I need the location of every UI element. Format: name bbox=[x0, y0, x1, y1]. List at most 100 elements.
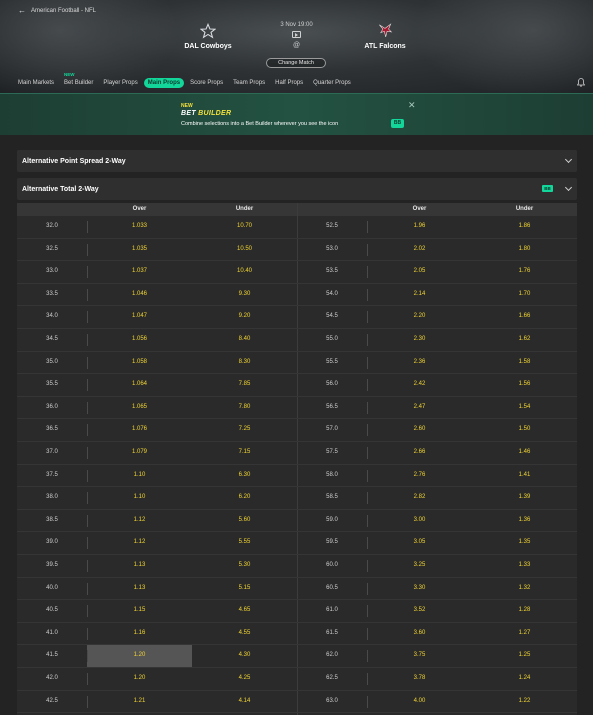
under-odds-left[interactable]: 9.20 bbox=[192, 306, 297, 328]
over-odds-right[interactable]: 2.30 bbox=[367, 329, 472, 351]
back-arrow-icon[interactable]: ← bbox=[18, 6, 26, 15]
over-odds-left[interactable]: 1.037 bbox=[87, 261, 192, 283]
tab-main-markets[interactable]: Main Markets bbox=[14, 78, 58, 88]
over-odds-right[interactable]: 2.60 bbox=[367, 419, 472, 441]
over-odds-right[interactable]: 4.00 bbox=[367, 691, 472, 713]
over-odds-left[interactable]: 1.20 bbox=[87, 645, 192, 667]
under-odds-left[interactable]: 4.65 bbox=[192, 600, 297, 622]
over-odds-left[interactable]: 1.033 bbox=[87, 216, 192, 238]
under-odds-right[interactable]: 1.70 bbox=[472, 284, 577, 306]
under-odds-right[interactable]: 1.36 bbox=[472, 510, 577, 532]
under-odds-right[interactable]: 1.62 bbox=[472, 329, 577, 351]
over-odds-right[interactable]: 2.14 bbox=[367, 284, 472, 306]
market-header-total[interactable]: Alternative Total 2-Way BB bbox=[17, 178, 577, 200]
over-odds-left[interactable]: 1.10 bbox=[87, 487, 192, 509]
over-odds-right[interactable]: 2.47 bbox=[367, 397, 472, 419]
under-odds-left[interactable]: 7.85 bbox=[192, 374, 297, 396]
under-odds-left[interactable]: 4.30 bbox=[192, 645, 297, 667]
over-odds-left[interactable]: 1.20 bbox=[87, 668, 192, 690]
under-odds-right[interactable]: 1.27 bbox=[472, 623, 577, 645]
breadcrumb[interactable]: ← American Football - NFL bbox=[18, 6, 96, 15]
over-odds-right[interactable]: 2.36 bbox=[367, 352, 472, 374]
tab-half-props[interactable]: Half Props bbox=[271, 78, 307, 88]
under-odds-left[interactable]: 5.15 bbox=[192, 578, 297, 600]
under-odds-right[interactable]: 1.56 bbox=[472, 374, 577, 396]
under-odds-right[interactable]: 1.58 bbox=[472, 352, 577, 374]
over-odds-right[interactable]: 2.76 bbox=[367, 465, 472, 487]
over-odds-left[interactable]: 1.035 bbox=[87, 239, 192, 261]
over-odds-left[interactable]: 1.047 bbox=[87, 306, 192, 328]
over-odds-right[interactable]: 3.75 bbox=[367, 645, 472, 667]
over-odds-right[interactable]: 3.05 bbox=[367, 532, 472, 554]
over-odds-left[interactable]: 1.13 bbox=[87, 578, 192, 600]
under-odds-left[interactable]: 9.30 bbox=[192, 284, 297, 306]
over-odds-right[interactable]: 2.82 bbox=[367, 487, 472, 509]
under-odds-right[interactable]: 1.86 bbox=[472, 216, 577, 238]
under-odds-left[interactable]: 5.55 bbox=[192, 532, 297, 554]
over-odds-left[interactable]: 1.046 bbox=[87, 284, 192, 306]
under-odds-right[interactable]: 1.76 bbox=[472, 261, 577, 283]
close-icon[interactable]: ✕ bbox=[408, 100, 416, 111]
under-odds-right[interactable]: 1.33 bbox=[472, 555, 577, 577]
under-odds-left[interactable]: 4.25 bbox=[192, 668, 297, 690]
over-odds-right[interactable]: 2.05 bbox=[367, 261, 472, 283]
tab-score-props[interactable]: Score Props bbox=[186, 78, 227, 88]
under-odds-left[interactable]: 6.20 bbox=[192, 487, 297, 509]
under-odds-left[interactable]: 7.80 bbox=[192, 397, 297, 419]
under-odds-right[interactable]: 1.41 bbox=[472, 465, 577, 487]
under-odds-left[interactable]: 6.30 bbox=[192, 465, 297, 487]
under-odds-left[interactable]: 4.14 bbox=[192, 691, 297, 713]
under-odds-left[interactable]: 7.15 bbox=[192, 442, 297, 464]
over-odds-right[interactable]: 3.30 bbox=[367, 578, 472, 600]
under-odds-right[interactable]: 1.54 bbox=[472, 397, 577, 419]
over-odds-left[interactable]: 1.064 bbox=[87, 374, 192, 396]
over-odds-right[interactable]: 3.25 bbox=[367, 555, 472, 577]
over-odds-right[interactable]: 3.52 bbox=[367, 600, 472, 622]
over-odds-left[interactable]: 1.12 bbox=[87, 510, 192, 532]
under-odds-left[interactable]: 10.40 bbox=[192, 261, 297, 283]
breadcrumb-label[interactable]: American Football - NFL bbox=[31, 8, 96, 14]
over-odds-right[interactable]: 2.66 bbox=[367, 442, 472, 464]
over-odds-right[interactable]: 2.20 bbox=[367, 306, 472, 328]
under-odds-right[interactable]: 1.80 bbox=[472, 239, 577, 261]
over-odds-left[interactable]: 1.12 bbox=[87, 532, 192, 554]
under-odds-right[interactable]: 1.24 bbox=[472, 668, 577, 690]
under-odds-left[interactable]: 4.55 bbox=[192, 623, 297, 645]
over-odds-left[interactable]: 1.056 bbox=[87, 329, 192, 351]
under-odds-right[interactable]: 1.32 bbox=[472, 578, 577, 600]
over-odds-left[interactable]: 1.079 bbox=[87, 442, 192, 464]
under-odds-right[interactable]: 1.22 bbox=[472, 691, 577, 713]
bell-icon[interactable] bbox=[576, 78, 586, 87]
under-odds-left[interactable]: 10.70 bbox=[192, 216, 297, 238]
under-odds-left[interactable]: 7.25 bbox=[192, 419, 297, 441]
under-odds-right[interactable]: 1.50 bbox=[472, 419, 577, 441]
over-odds-left[interactable]: 1.15 bbox=[87, 600, 192, 622]
under-odds-left[interactable]: 8.30 bbox=[192, 352, 297, 374]
chevron-down-icon[interactable] bbox=[564, 155, 573, 164]
tab-main-props[interactable]: Main Props bbox=[143, 78, 185, 88]
under-odds-left[interactable]: 10.50 bbox=[192, 239, 297, 261]
tab-team-props[interactable]: Team Props bbox=[229, 78, 269, 88]
under-odds-right[interactable]: 1.35 bbox=[472, 532, 577, 554]
live-stream-icon[interactable] bbox=[292, 31, 301, 38]
under-odds-right[interactable]: 1.66 bbox=[472, 306, 577, 328]
chevron-down-icon[interactable] bbox=[564, 183, 573, 192]
over-odds-left[interactable]: 1.065 bbox=[87, 397, 192, 419]
over-odds-right[interactable]: 2.02 bbox=[367, 239, 472, 261]
over-odds-right[interactable]: 3.00 bbox=[367, 510, 472, 532]
over-odds-left[interactable]: 1.21 bbox=[87, 691, 192, 713]
under-odds-left[interactable]: 5.30 bbox=[192, 555, 297, 577]
under-odds-right[interactable]: 1.28 bbox=[472, 600, 577, 622]
under-odds-left[interactable]: 8.40 bbox=[192, 329, 297, 351]
over-odds-right[interactable]: 2.42 bbox=[367, 374, 472, 396]
over-odds-left[interactable]: 1.13 bbox=[87, 555, 192, 577]
change-match-button[interactable]: Change Match bbox=[266, 58, 326, 68]
under-odds-right[interactable]: 1.25 bbox=[472, 645, 577, 667]
tab-bet-builder[interactable]: NEW Bet Builder bbox=[60, 72, 97, 88]
over-odds-left[interactable]: 1.16 bbox=[87, 623, 192, 645]
over-odds-left[interactable]: 1.058 bbox=[87, 352, 192, 374]
over-odds-left[interactable]: 1.10 bbox=[87, 465, 192, 487]
under-odds-left[interactable]: 5.60 bbox=[192, 510, 297, 532]
market-header-point-spread[interactable]: Alternative Point Spread 2-Way bbox=[17, 150, 577, 172]
tab-player-props[interactable]: Player Props bbox=[99, 78, 141, 88]
